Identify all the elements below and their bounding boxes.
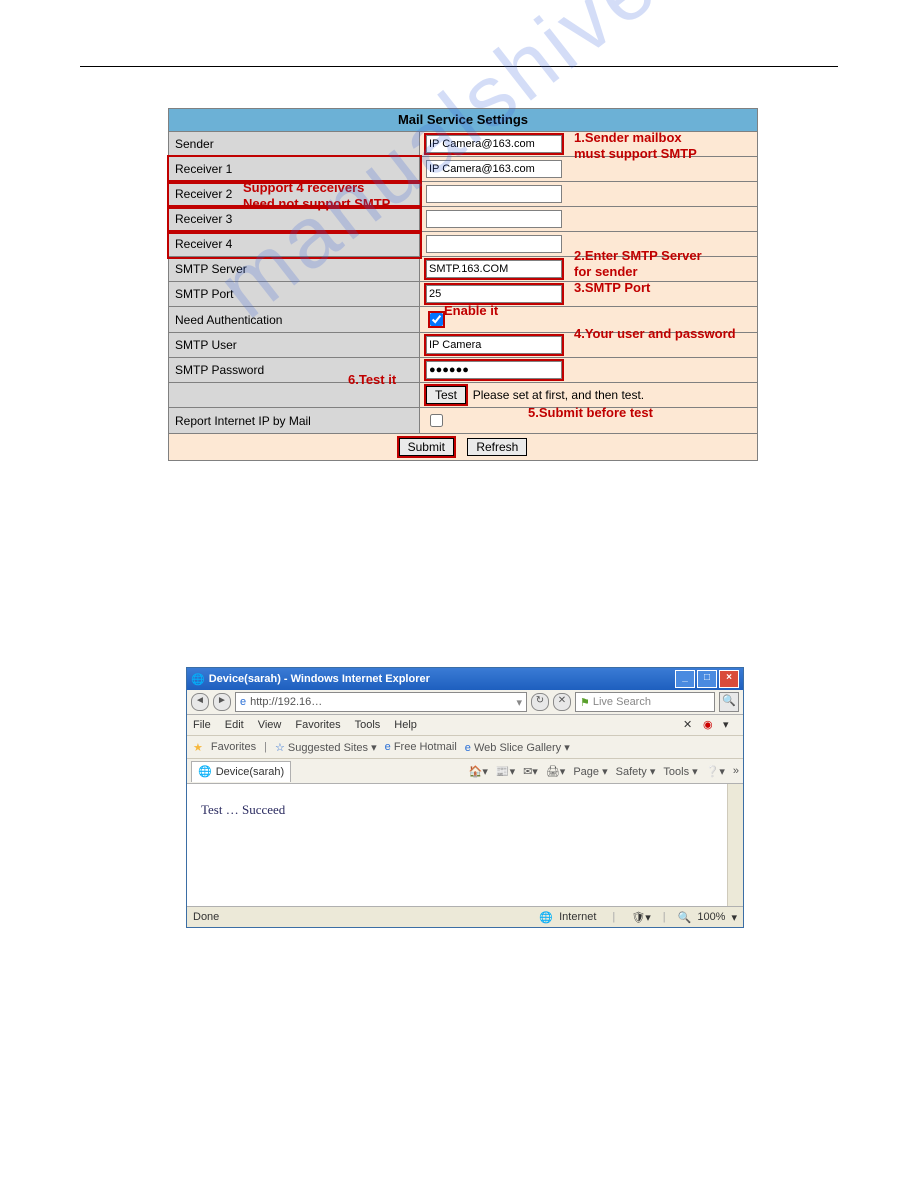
stop-icon[interactable]: ✕ — [553, 693, 571, 711]
menu-favorites[interactable]: Favorites — [295, 719, 340, 731]
annot-1b: must support SMTP — [574, 146, 697, 161]
internet-zone-icon: 🌐 — [539, 911, 553, 924]
zoom-level: 100% — [697, 911, 725, 923]
ie-favorites-bar: ★ Favorites | ☆ Suggested Sites ▾ e Free… — [187, 736, 743, 759]
ie-status-bar: Done 🌐 Internet | 🛡▾ | 🔍 100% ▾ — [187, 907, 743, 927]
label-smtp-port: SMTP Port — [169, 282, 420, 307]
back-icon[interactable]: ◄ — [191, 693, 209, 711]
close-button[interactable]: × — [719, 670, 739, 688]
label-receiver1: Receiver 1 — [169, 157, 420, 182]
search-go-button[interactable]: 🔍 — [719, 692, 739, 712]
zoom-icon[interactable]: 🔍 — [678, 911, 692, 924]
receiver4-input[interactable] — [426, 235, 562, 253]
need-auth-checkbox[interactable] — [430, 313, 443, 326]
status-zone: Internet — [559, 911, 596, 923]
ie-app-icon: 🌐 — [191, 673, 205, 686]
label-receiver4: Receiver 4 — [169, 232, 420, 257]
search-placeholder: Live Search — [593, 696, 651, 708]
annot-8: 5.Submit before test — [528, 405, 653, 420]
test-button[interactable]: Test — [426, 386, 466, 404]
status-text: Done — [193, 911, 219, 923]
menu-file[interactable]: File — [193, 719, 211, 731]
annot-3a: 2.Enter SMTP Server — [574, 248, 702, 263]
smtp-server-input[interactable] — [426, 260, 562, 278]
favorites-label[interactable]: Favorites — [211, 741, 256, 753]
mail-icon[interactable]: ✉▾ — [523, 765, 538, 778]
zoom-dropdown-icon[interactable]: ▾ — [731, 911, 737, 924]
receiver2-input[interactable] — [426, 185, 562, 203]
home-icon[interactable]: 🏠▾ — [469, 765, 488, 778]
favorites-star-icon[interactable]: ★ — [193, 741, 203, 754]
minimize-button[interactable]: _ — [675, 670, 695, 688]
search-box[interactable]: ⚑Live Search — [575, 692, 715, 712]
label-need-auth: Need Authentication — [169, 307, 420, 333]
test-hint: Please set at first, and then test. — [473, 388, 644, 402]
test-result-text: Test … Succeed — [201, 802, 285, 817]
submit-button[interactable]: Submit — [399, 438, 454, 456]
menu-edit[interactable]: Edit — [225, 719, 244, 731]
smtp-port-input[interactable] — [426, 285, 562, 303]
cmd-page[interactable]: Page ▾ — [573, 765, 607, 778]
annot-2b: Need not support SMTP — [243, 196, 390, 211]
annot-2a: Support 4 receivers — [243, 180, 364, 195]
annot-4: 3.SMTP Port — [574, 280, 650, 295]
cmd-help-icon[interactable]: ❔▾ — [706, 765, 725, 778]
cmd-more-icon[interactable]: » — [733, 765, 739, 777]
tab-device[interactable]: 🌐Device(sarah) — [191, 761, 291, 782]
feeds-icon[interactable]: 📰▾ — [496, 765, 515, 778]
annot-1a: 1.Sender mailbox — [574, 130, 682, 145]
tab-label: Device(sarah) — [216, 766, 284, 778]
refresh-icon[interactable]: ↻ — [531, 693, 549, 711]
maximize-button[interactable]: □ — [697, 670, 717, 688]
smtp-user-input[interactable] — [426, 336, 562, 354]
receiver1-input[interactable] — [426, 160, 562, 178]
report-ip-checkbox[interactable] — [430, 414, 443, 427]
smtp-pass-input[interactable] — [426, 361, 562, 379]
scrollbar[interactable] — [727, 784, 743, 906]
ie-nav-bar: ◄ ► ehttp://192.16…▾ ↻ ✕ ⚑Live Search 🔍 — [187, 690, 743, 715]
receiver3-input[interactable] — [426, 210, 562, 228]
address-bar[interactable]: ehttp://192.16…▾ — [235, 692, 527, 712]
fav-webslice[interactable]: e Web Slice Gallery ▾ — [465, 741, 570, 754]
menu-help[interactable]: Help — [394, 719, 417, 731]
ie-tab-bar: 🌐Device(sarah) 🏠▾ 📰▾ ✉▾ 🖨▾ Page ▾ Safety… — [187, 759, 743, 784]
ie-page-body: Test … Succeed — [187, 784, 743, 907]
protected-mode-icon[interactable]: 🛡▾ — [631, 911, 651, 924]
label-smtp-server: SMTP Server — [169, 257, 420, 282]
menu-tools[interactable]: Tools — [355, 719, 381, 731]
annot-3b: for sender — [574, 264, 638, 279]
menu-view[interactable]: View — [258, 719, 282, 731]
sender-input[interactable] — [426, 135, 562, 153]
label-sender: Sender — [169, 132, 420, 157]
refresh-button[interactable]: Refresh — [467, 438, 527, 456]
ie-command-bar: 🏠▾ 📰▾ ✉▾ 🖨▾ Page ▾ Safety ▾ Tools ▾ ❔▾ » — [469, 765, 739, 778]
address-url: http://192.16… — [250, 696, 322, 708]
ie-window: 🌐 Device(sarah) - Windows Internet Explo… — [186, 667, 744, 928]
print-icon[interactable]: 🖨▾ — [546, 765, 566, 778]
page-divider — [80, 66, 838, 67]
cmd-safety[interactable]: Safety ▾ — [616, 765, 656, 778]
ie-window-title: Device(sarah) - Windows Internet Explore… — [209, 673, 673, 685]
panel-title: Mail Service Settings — [168, 108, 758, 131]
annot-7: 6.Test it — [348, 372, 396, 387]
ie-titlebar: 🌐 Device(sarah) - Windows Internet Explo… — [187, 668, 743, 690]
dropdown-icon[interactable]: ▾ — [723, 718, 737, 732]
fav-hotmail[interactable]: e Free Hotmail — [385, 741, 457, 753]
annot-6: 4.Your user and password — [574, 326, 736, 341]
label-report-ip: Report Internet IP by Mail — [169, 408, 420, 434]
ie-menu-bar: File Edit View Favorites Tools Help ✕ ◉ … — [187, 715, 743, 736]
forward-icon[interactable]: ► — [213, 693, 231, 711]
delete-icon[interactable]: ✕ — [683, 718, 697, 732]
annot-5: Enable it — [444, 303, 498, 318]
snag-icon[interactable]: ◉ — [703, 718, 717, 732]
fav-suggested[interactable]: ☆ Suggested Sites ▾ — [275, 741, 377, 754]
cmd-tools[interactable]: Tools ▾ — [663, 765, 697, 778]
label-smtp-user: SMTP User — [169, 333, 420, 358]
